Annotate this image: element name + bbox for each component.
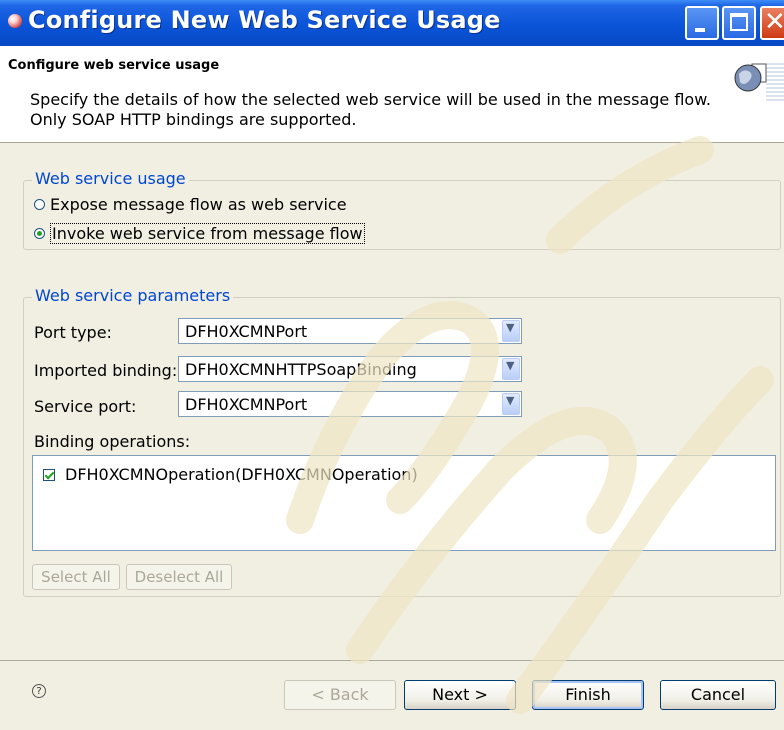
select-all-button[interactable]: Select All <box>32 564 120 590</box>
operation-label: DFH0XCMNOperation(DFH0XCMNOperation) <box>65 465 418 484</box>
description-line: Specify the details of how the selected … <box>30 90 711 109</box>
radio-invoke-service[interactable]: Invoke web service from message flow <box>34 223 365 244</box>
maximize-icon <box>730 13 748 31</box>
combo-value: DFH0XCMNHTTPSoapBinding <box>185 360 417 379</box>
radio-selected-icon[interactable] <box>34 228 45 239</box>
description-line: Only SOAP HTTP bindings are supported. <box>30 110 357 129</box>
back-button[interactable]: < Back <box>284 680 396 710</box>
close-button[interactable]: ✕ <box>760 6 784 40</box>
maximize-button[interactable] <box>722 6 756 40</box>
binding-operations-list[interactable]: DFH0XCMNOperation(DFH0XCMNOperation) <box>32 455 776 551</box>
web-service-wizard-icon <box>730 56 784 108</box>
wizard-window: Configure New Web Service Usage ✕ Config… <box>0 0 784 730</box>
app-icon <box>8 14 22 28</box>
page-title: Configure web service usage <box>8 58 220 73</box>
finish-button[interactable]: Finish <box>532 680 644 710</box>
port-type-label: Port type: <box>34 323 112 342</box>
service-port-label: Service port: <box>34 397 137 416</box>
parameters-group-legend: Web service parameters <box>32 286 234 305</box>
checkbox-checked-icon[interactable] <box>43 468 55 481</box>
combo-value: DFH0XCMNPort <box>185 322 308 341</box>
chevron-down-icon[interactable]: ▼ <box>502 320 520 342</box>
minimize-icon <box>695 28 705 32</box>
imported-binding-label: Imported binding: <box>34 361 178 380</box>
service-port-combo[interactable]: DFH0XCMNPort ▼ <box>178 391 522 417</box>
footer-separator <box>0 660 784 661</box>
next-button[interactable]: Next > <box>404 680 516 710</box>
binding-operations-label: Binding operations: <box>34 432 191 451</box>
radio-label: Invoke web service from message flow <box>50 223 365 244</box>
usage-group: Web service usage Expose message flow as… <box>23 169 781 250</box>
radio-label: Expose message flow as web service <box>50 195 347 214</box>
wizard-header: Configure web service usage Specify the … <box>0 46 784 143</box>
combo-value: DFH0XCMNPort <box>185 395 308 414</box>
help-icon[interactable]: ? <box>32 684 46 698</box>
usage-group-legend: Web service usage <box>32 169 189 188</box>
chevron-down-icon[interactable]: ▼ <box>502 358 520 380</box>
list-item[interactable]: DFH0XCMNOperation(DFH0XCMNOperation) <box>43 465 418 484</box>
deselect-all-button[interactable]: Deselect All <box>126 564 232 590</box>
radio-unselected-icon[interactable] <box>34 199 45 210</box>
imported-binding-combo[interactable]: DFH0XCMNHTTPSoapBinding ▼ <box>178 356 522 382</box>
close-icon: ✕ <box>764 7 784 37</box>
page-description: Specify the details of how the selected … <box>30 90 711 130</box>
cancel-button[interactable]: Cancel <box>660 680 776 710</box>
window-title: Configure New Web Service Usage <box>28 6 501 34</box>
chevron-down-icon[interactable]: ▼ <box>502 393 520 415</box>
port-type-combo[interactable]: DFH0XCMNPort ▼ <box>178 318 522 344</box>
minimize-button[interactable] <box>685 6 719 40</box>
title-bar[interactable]: Configure New Web Service Usage ✕ <box>0 0 784 46</box>
radio-expose-flow[interactable]: Expose message flow as web service <box>34 195 347 214</box>
parameters-group: Web service parameters Port type: DFH0XC… <box>23 286 781 597</box>
